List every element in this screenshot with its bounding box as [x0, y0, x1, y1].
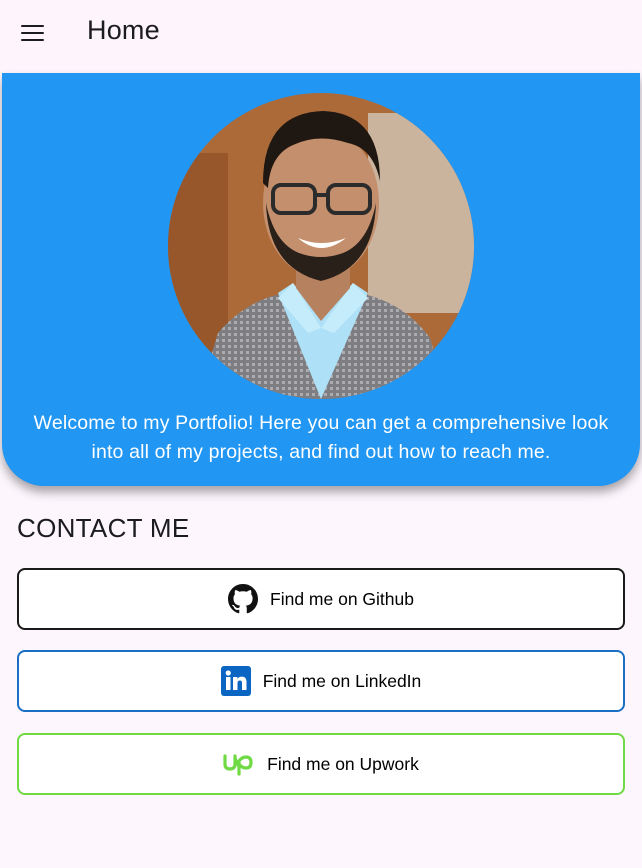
page-title: Home [87, 15, 160, 45]
menu-button[interactable] [12, 13, 52, 53]
profile-photo [168, 93, 474, 399]
app-bar: Home [0, 0, 642, 66]
github-button-label: Find me on Github [270, 588, 414, 609]
linkedin-button-label: Find me on LinkedIn [262, 670, 422, 691]
github-button[interactable]: Find me on Github [17, 568, 625, 630]
contact-section-title: CONTACT ME [17, 513, 190, 543]
upwork-button[interactable]: Find me on Upwork [17, 733, 625, 795]
welcome-text: Welcome to my Portfolio! Here you can ge… [33, 412, 609, 463]
linkedin-button[interactable]: Find me on LinkedIn [17, 650, 625, 712]
linkedin-icon [220, 666, 251, 696]
hamburger-menu-icon [20, 24, 44, 42]
hero-banner: Welcome to my Portfolio! Here you can ge… [2, 73, 640, 486]
upwork-button-label: Find me on Upwork [267, 753, 419, 774]
github-icon [228, 584, 259, 614]
upwork-icon [223, 752, 255, 776]
avatar [168, 93, 474, 399]
